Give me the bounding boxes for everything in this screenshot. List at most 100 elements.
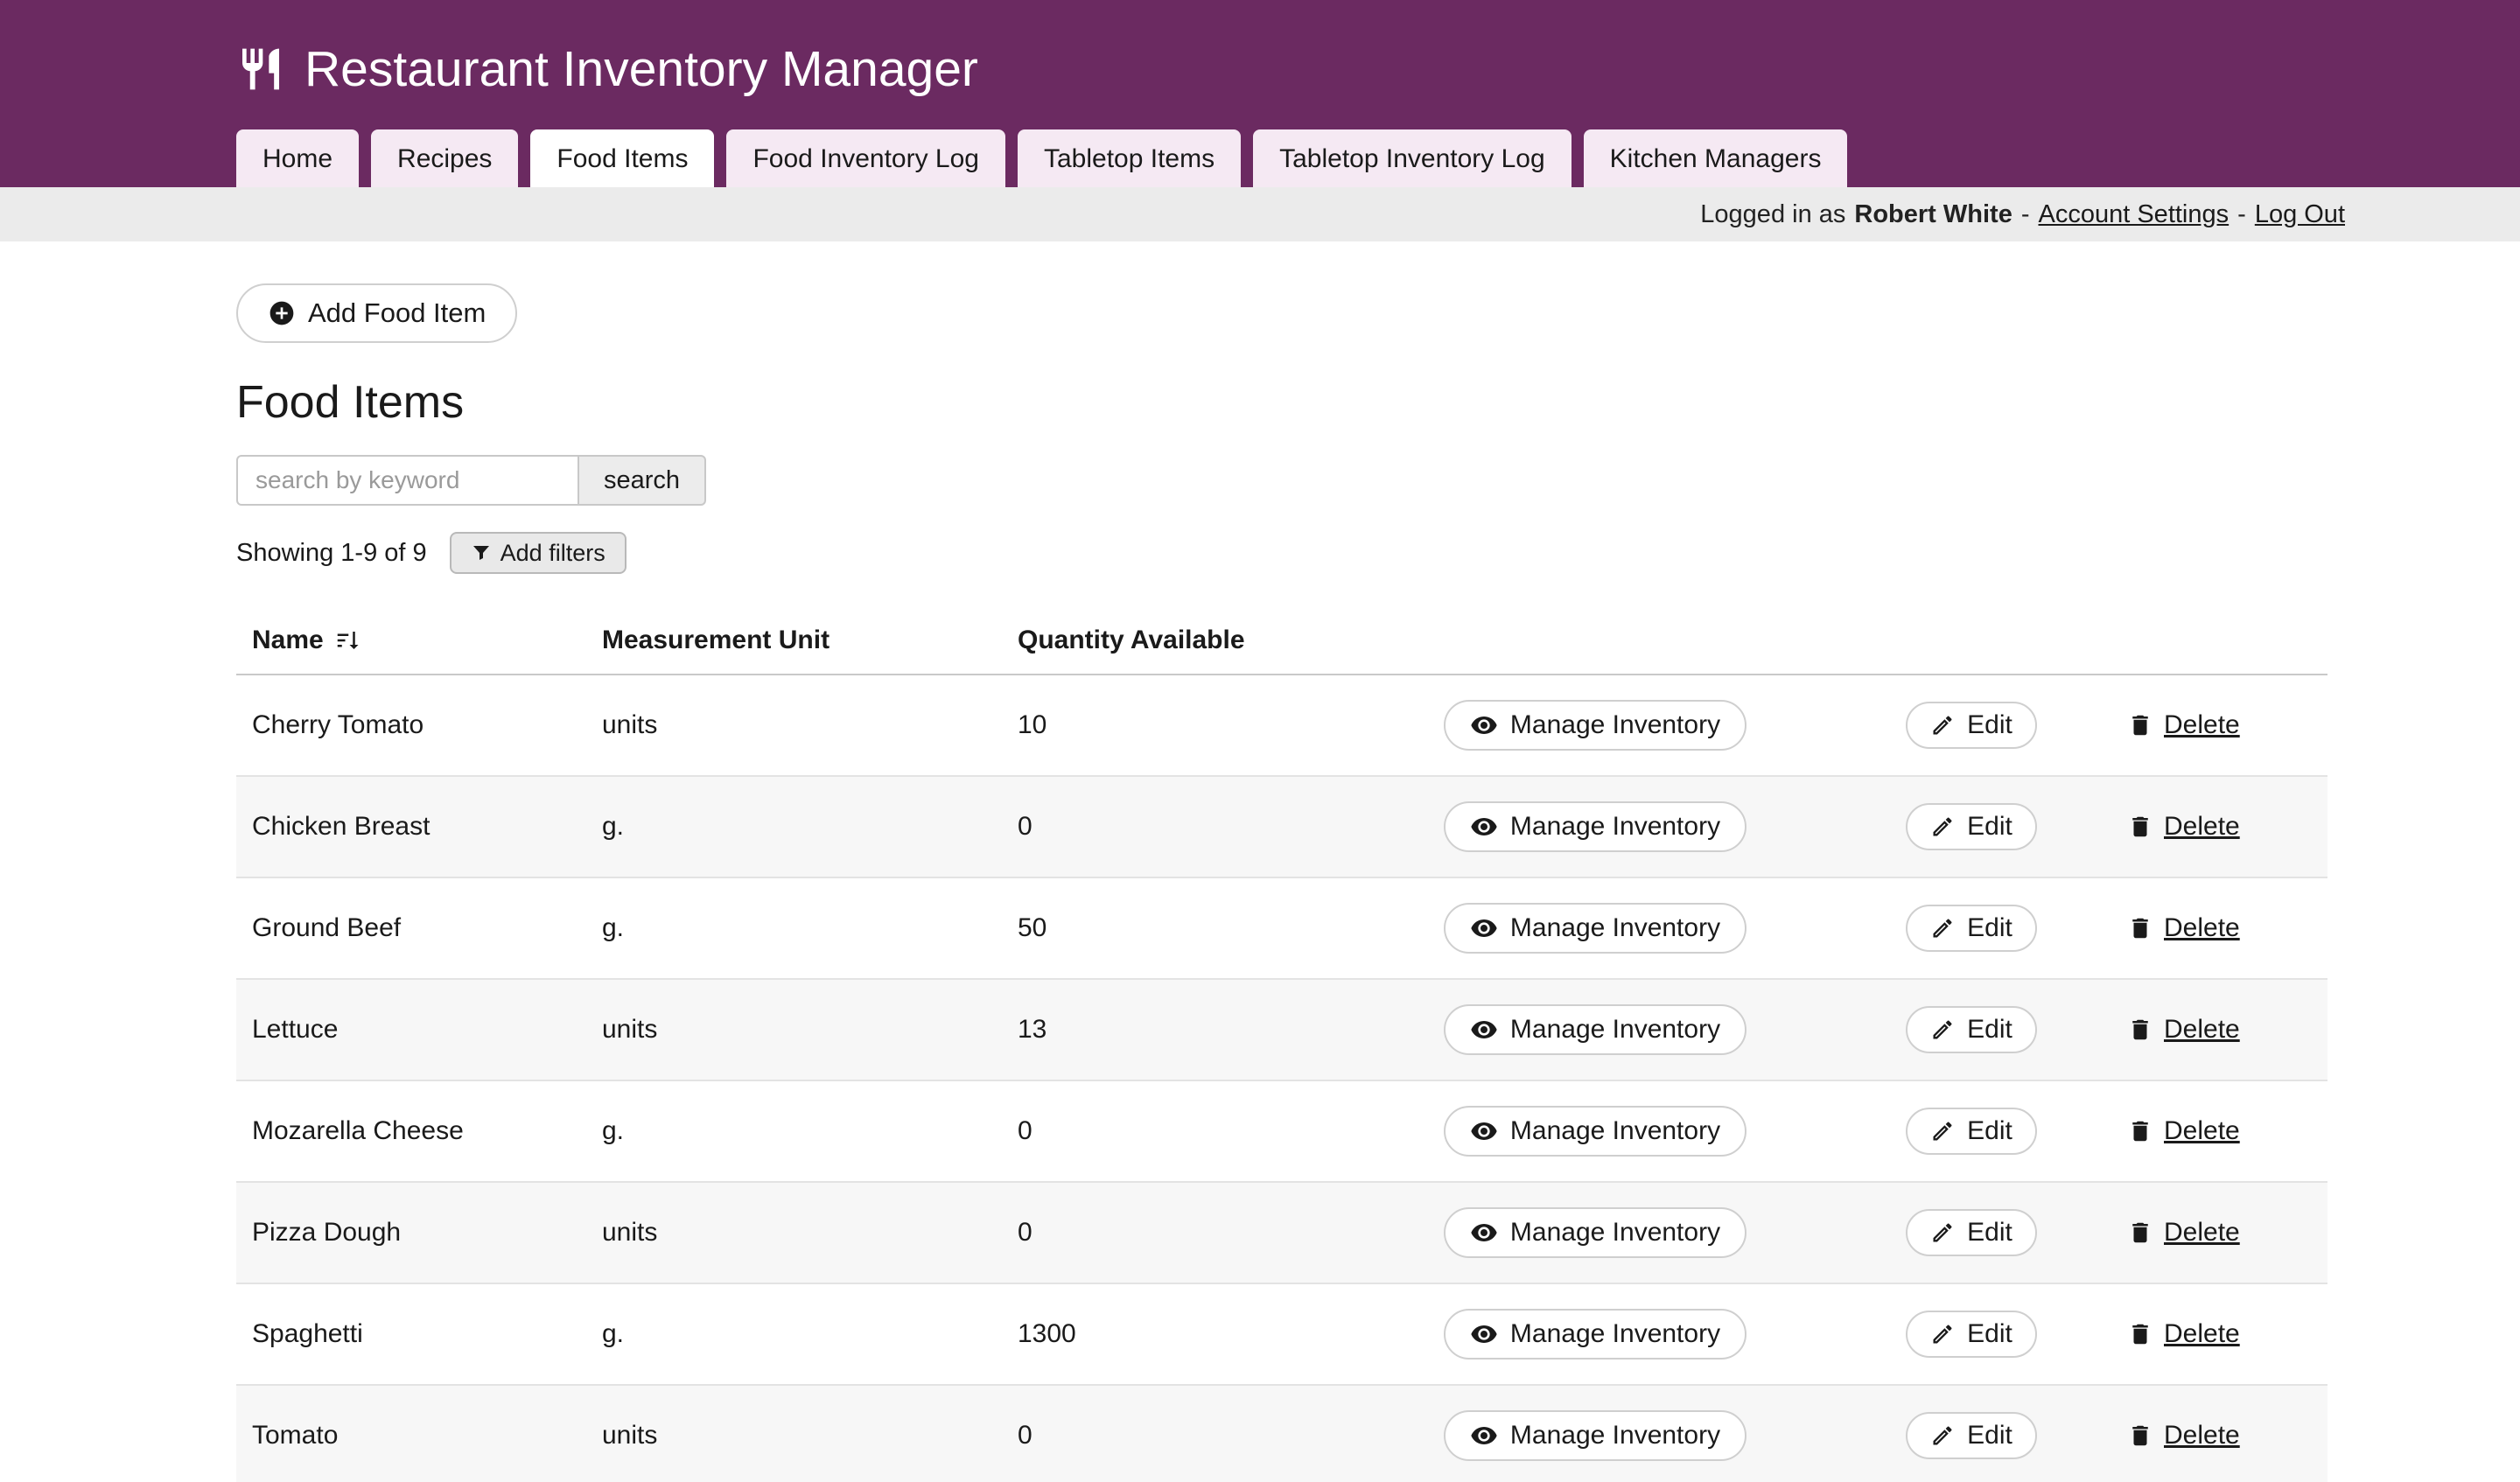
add-filters-label: Add filters [500,540,606,567]
user-bar: Logged in as Robert White - Account Sett… [0,187,2520,241]
delete-link[interactable]: Delete [2127,1218,2240,1248]
account-settings-link[interactable]: Account Settings [2039,200,2230,229]
edit-button[interactable]: Edit [1906,1006,2037,1053]
cell-unit: g. [602,1116,1018,1146]
cell-unit: g. [602,913,1018,943]
cell-qty: 1300 [1018,1319,1350,1349]
cell-name: Ground Beef [252,913,602,943]
cell-name: Lettuce [252,1015,602,1045]
table-row: Mozarella Cheese g. 0 Manage Inventory E… [236,1081,2328,1183]
edit-button[interactable]: Edit [1906,1412,2037,1459]
manage-inventory-button[interactable]: Manage Inventory [1444,801,1746,852]
cell-unit: units [602,1218,1018,1248]
trash-icon [2127,1321,2153,1347]
eye-icon [1470,914,1498,942]
edit-button[interactable]: Edit [1906,1108,2037,1155]
separator: - [2021,200,2030,229]
edit-button[interactable]: Edit [1906,1209,2037,1256]
cell-name: Pizza Dough [252,1218,602,1248]
search-bar: search [236,455,2328,506]
main-nav: HomeRecipesFood ItemsFood Inventory LogT… [236,129,2520,187]
edit-button[interactable]: Edit [1906,803,2037,850]
add-food-item-button[interactable]: Add Food Item [236,283,517,343]
trash-icon [2127,1220,2153,1246]
column-header-measurement-unit: Measurement Unit [602,626,1018,655]
edit-button[interactable]: Edit [1906,702,2037,749]
cell-unit: g. [602,812,1018,842]
trash-icon [2127,1423,2153,1449]
separator: - [2237,200,2246,229]
manage-inventory-button[interactable]: Manage Inventory [1444,1207,1746,1258]
cell-qty: 0 [1018,1421,1350,1451]
tab-kitchen-managers[interactable]: Kitchen Managers [1584,129,1848,187]
edit-icon [1930,1220,1955,1245]
cell-unit: units [602,1015,1018,1045]
trash-icon [2127,814,2153,840]
search-button[interactable]: search [578,455,706,506]
tab-food-inventory-log[interactable]: Food Inventory Log [726,129,1005,187]
manage-inventory-button[interactable]: Manage Inventory [1444,1410,1746,1461]
table-row: Chicken Breast g. 0 Manage Inventory Edi… [236,777,2328,878]
eye-icon [1470,1422,1498,1450]
trash-icon [2127,915,2153,941]
page-title: Food Items [236,378,2328,427]
eye-icon [1470,711,1498,739]
delete-link[interactable]: Delete [2127,1319,2240,1349]
delete-link[interactable]: Delete [2127,1116,2240,1146]
manage-inventory-button[interactable]: Manage Inventory [1444,700,1746,751]
delete-link[interactable]: Delete [2127,812,2240,842]
tab-food-items[interactable]: Food Items [530,129,714,187]
app-title: Restaurant Inventory Manager [304,40,978,98]
results-summary: Showing 1-9 of 9 [236,539,427,568]
delete-link[interactable]: Delete [2127,1421,2240,1451]
column-header-name[interactable]: Name [252,626,602,655]
logged-in-prefix: Logged in as [1700,200,1845,229]
tab-tabletop-inventory-log[interactable]: Tabletop Inventory Log [1253,129,1572,187]
edit-button[interactable]: Edit [1906,1311,2037,1358]
table-row: Spaghetti g. 1300 Manage Inventory Edit … [236,1284,2328,1386]
tab-recipes[interactable]: Recipes [371,129,518,187]
cell-name: Cherry Tomato [252,710,602,740]
tab-home[interactable]: Home [236,129,359,187]
cell-qty: 10 [1018,710,1350,740]
delete-link[interactable]: Delete [2127,913,2240,943]
username: Robert White [1854,200,2012,229]
table-row: Cherry Tomato units 10 Manage Inventory … [236,675,2328,777]
add-filters-button[interactable]: Add filters [450,532,626,574]
cell-qty: 13 [1018,1015,1350,1045]
log-out-link[interactable]: Log Out [2255,200,2345,229]
trash-icon [2127,712,2153,738]
edit-icon [1930,1322,1955,1346]
add-circle-icon [268,299,296,327]
table-row: Pizza Dough units 0 Manage Inventory Edi… [236,1183,2328,1284]
manage-inventory-button[interactable]: Manage Inventory [1444,1004,1746,1055]
manage-inventory-button[interactable]: Manage Inventory [1444,1309,1746,1360]
delete-link[interactable]: Delete [2127,1015,2240,1045]
table-body: Cherry Tomato units 10 Manage Inventory … [236,675,2328,1482]
eye-icon [1470,813,1498,841]
edit-icon [1930,1119,1955,1143]
eye-icon [1470,1219,1498,1247]
eye-icon [1470,1117,1498,1145]
cell-qty: 50 [1018,913,1350,943]
cell-name: Spaghetti [252,1319,602,1349]
edit-button[interactable]: Edit [1906,905,2037,952]
cell-unit: units [602,1421,1018,1451]
edit-icon [1930,916,1955,940]
cell-qty: 0 [1018,1116,1350,1146]
edit-icon [1930,1423,1955,1448]
main-content: Add Food Item Food Items search Showing … [0,241,2520,1482]
column-header-quantity-available: Quantity Available [1018,626,1350,655]
manage-inventory-button[interactable]: Manage Inventory [1444,903,1746,954]
tab-tabletop-items[interactable]: Tabletop Items [1018,129,1241,187]
delete-link[interactable]: Delete [2127,710,2240,740]
search-input[interactable] [236,455,579,506]
manage-inventory-button[interactable]: Manage Inventory [1444,1106,1746,1157]
cell-qty: 0 [1018,1218,1350,1248]
sort-icon[interactable] [334,627,360,654]
table-row: Tomato units 0 Manage Inventory Edit Del… [236,1386,2328,1482]
table-header: Name Measurement Unit Quantity Available [236,607,2328,675]
edit-icon [1930,713,1955,738]
eye-icon [1470,1016,1498,1044]
edit-icon [1930,814,1955,839]
